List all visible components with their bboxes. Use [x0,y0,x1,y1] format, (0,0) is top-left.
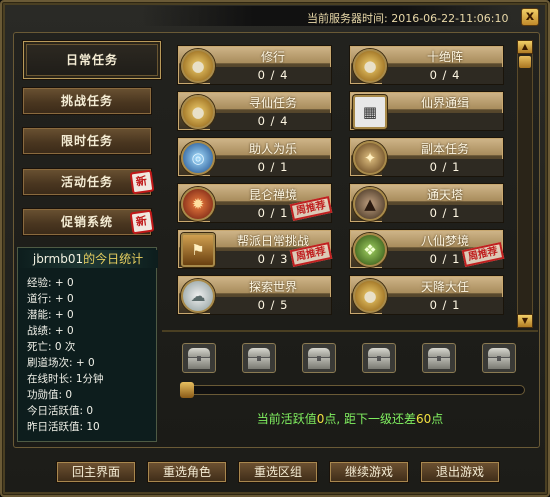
nav-challenge-tasks[interactable]: 挑战任务 [22,87,152,115]
calendar-icon: ▦ [353,95,387,129]
stats-title-suffix: 的今日统计 [83,252,144,266]
stats-username: jbrmb01 [32,252,84,266]
nav-daily-tasks[interactable]: 日常任务 [22,40,162,80]
task-ten-formation[interactable]: ● 十绝阵 0 / 4 [349,45,504,85]
reward-chest-icon[interactable] [482,343,516,373]
task-help-others[interactable]: ◎ 助人为乐 0 / 1 [177,137,332,177]
coin-bag-icon: ● [353,49,387,83]
nav-limited-tasks[interactable]: 限时任务 [22,127,152,155]
task-wanted[interactable]: ▦ 仙界通缉 [349,91,504,131]
scroll-up-arrow-icon[interactable]: ▲ [517,40,533,54]
new-badge: 新 [129,209,155,235]
task-name: 副本任务 [420,142,469,156]
coin-bag-icon: ● [181,49,215,83]
task-kunlun[interactable]: ✹ 昆仑禅境 0 / 1 周推荐 [177,183,333,223]
activity-prefix: 当前活跃值 [256,412,317,426]
task-dungeon[interactable]: ✦ 副本任务 0 / 1 [349,137,504,177]
stat-dao-runs: 刷道场次: + 0 [27,357,95,369]
close-button[interactable]: x [521,8,539,26]
chest-lock [377,356,381,361]
reselect-character-button[interactable]: 重选角色 [147,461,227,483]
nav-event-tasks[interactable]: 活动任务 新 [22,168,155,196]
task-count: 0 / 1 [429,206,461,220]
activity-remaining: 60 [416,412,432,426]
task-count: 0 / 1 [429,160,461,174]
coin-bag-icon: ● [353,279,387,313]
task-window: 当前服务器时间: 2016-06-22-11:06:10 x 日常任务 挑战任务… [0,0,550,497]
scroll-thumb[interactable] [519,56,531,68]
task-count: 0 / 4 [257,114,289,128]
stat-yesterday-activity: 昨日活跃值: 10 [27,421,100,433]
activity-progress-bar [182,385,525,395]
stat-battle-record: 战绩: + 0 [27,325,74,337]
daily-stats-panel: jbrmb01的今日统计 经验: + 0 道行: + 0 潜能: + 0 战绩:… [17,247,158,442]
new-badge: 新 [129,169,155,195]
reward-chest-icon[interactable] [182,343,216,373]
warrior-icon: ✦ [353,141,387,175]
stats-title: jbrmb01的今日统计 [18,250,158,268]
scroll-down-arrow-icon[interactable]: ▼ [517,314,533,328]
task-heavenly-mission[interactable]: ● 天降大任 0 / 1 [349,275,504,315]
main-menu-button[interactable]: 回主界面 [56,461,136,483]
task-name: 寻仙任务 [248,96,297,110]
reward-chest-icon[interactable] [242,343,276,373]
task-count: 0 / 4 [257,68,289,82]
stat-online-time: 在线时长: 1分钟 [27,373,104,385]
reselect-server-button[interactable]: 重选区组 [238,461,318,483]
stat-merit: 功勋值: 0 [27,389,73,401]
stat-today-activity: 今日活跃值: 0 [27,405,94,417]
task-cultivation[interactable]: ● 修行 0 / 4 [177,45,332,85]
chest-lock [257,356,261,361]
nav-promotion[interactable]: 促销系统 新 [22,208,155,236]
chest-lock [437,356,441,361]
task-name: 探索世界 [248,280,297,294]
chest-lock [317,356,321,361]
activity-status: 当前活跃值0点, 距下一级还差60点 [162,410,538,427]
nav-event-label: 活动任务 [60,175,113,189]
task-count [386,113,504,130]
task-count: 0 / 5 [257,298,289,312]
task-sky-tower[interactable]: ▲ 通天塔 0 / 1 [349,183,504,223]
chest-lock [497,356,501,361]
continue-game-button[interactable]: 继续游戏 [329,461,409,483]
chest-lock [197,356,201,361]
divider [162,330,538,332]
vortex-icon: ◎ [181,141,215,175]
task-eight-immortals[interactable]: ❖ 八仙梦境 0 / 1 周推荐 [349,229,505,269]
task-count: 0 / 1 [257,160,289,174]
stat-potential: 潜能: + 0 [27,309,74,321]
activity-suffix: 点 [431,412,444,426]
task-name: 仙界通缉 [420,96,469,110]
task-name: 天降大任 [420,280,469,294]
dream-icon: ❖ [353,233,387,267]
cloud-icon: ☁ [181,279,215,313]
stat-exp: 经验: + 0 [27,277,74,289]
tower-icon: ▲ [353,187,387,221]
reward-chest-icon[interactable] [362,343,396,373]
task-name: 通天塔 [426,188,463,202]
task-seek-immortal[interactable]: ● 寻仙任务 0 / 4 [177,91,332,131]
server-time: 当前服务器时间: 2016-06-22-11:06:10 [307,12,509,25]
task-scrollbar[interactable] [517,40,533,328]
reward-chest-icon[interactable] [422,343,456,373]
task-name: 十绝阵 [426,50,463,64]
reward-chest-icon[interactable] [302,343,336,373]
dragon-icon: ✹ [181,187,215,221]
exit-game-button[interactable]: 退出游戏 [420,461,500,483]
nav-limited-label: 限时任务 [60,134,113,148]
nav-promo-label: 促销系统 [60,215,113,229]
progress-cap-icon [180,382,194,398]
task-count: 0 / 1 [429,298,461,312]
stat-deaths: 死亡: 0 次 [27,341,76,353]
task-name: 助人为乐 [248,142,297,156]
task-guild-challenge[interactable]: ⚑ 帮派日常挑战 0 / 3 周推荐 [177,229,333,269]
task-count: 0 / 4 [429,68,461,82]
coin-bag-icon: ● [181,95,215,129]
activity-middle: 点, 距下一级还差 [324,412,416,426]
banner-icon: ⚑ [181,233,215,267]
task-name: 修行 [260,50,285,64]
stat-daoxing: 道行: + 0 [27,293,74,305]
task-explore-world[interactable]: ☁ 探索世界 0 / 5 [177,275,332,315]
